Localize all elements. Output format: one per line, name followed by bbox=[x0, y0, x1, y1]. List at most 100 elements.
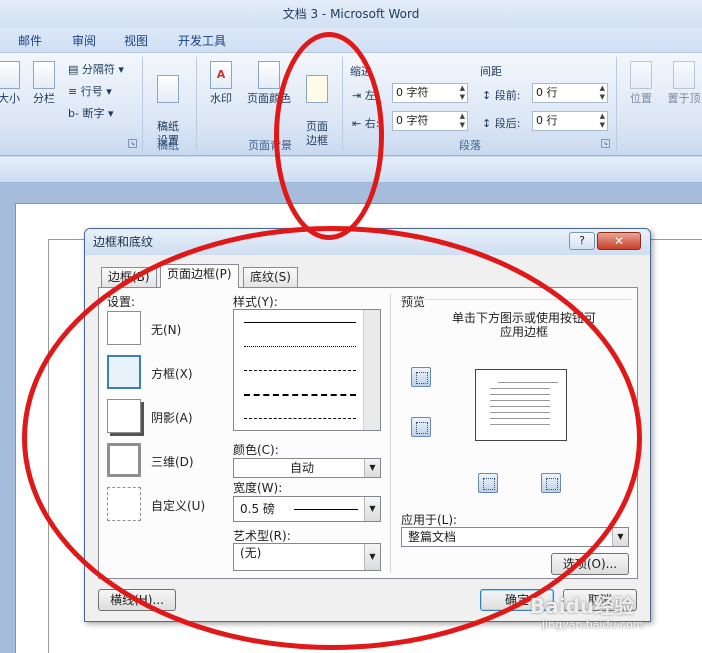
bottom-border-toggle-icon[interactable] bbox=[411, 417, 431, 437]
columns-button[interactable]: 分栏 bbox=[28, 61, 60, 106]
indent-label: 缩进 bbox=[350, 65, 372, 78]
apply-to-label: 应用于(L): bbox=[401, 513, 458, 527]
group-separator bbox=[196, 57, 197, 151]
watermark-url: jingyan.baidu.com bbox=[542, 618, 644, 631]
preview-label: 预览 bbox=[401, 295, 426, 309]
paragraph-launcher-icon[interactable]: ↘ bbox=[601, 139, 610, 148]
top-border-toggle-icon[interactable] bbox=[411, 367, 431, 387]
spacing-after-label: ↕ 段后: bbox=[482, 117, 521, 130]
bring-to-front-button[interactable]: 置于顶 bbox=[664, 61, 702, 106]
dialog-title-bar[interactable]: 边框和底纹 bbox=[85, 229, 650, 255]
indent-left-input[interactable]: 0 字符 ▲ ▼ bbox=[392, 83, 468, 103]
page-size-icon bbox=[0, 61, 20, 89]
spin-arrows-icon[interactable]: ▲ ▼ bbox=[460, 84, 465, 102]
page-color-button[interactable]: 页面颜色 bbox=[242, 61, 296, 106]
watermark-button[interactable]: A 水印 bbox=[202, 61, 240, 106]
spacing-before-input[interactable]: 0 行 ▲ ▼ bbox=[532, 83, 608, 103]
page-background-group-label: 页面背景 bbox=[248, 139, 292, 152]
borders-shading-dialog: 边框和底纹 ? ✕ 边框(B) 页面边框(P) 底纹(S) 设置: 无(N) 方… bbox=[84, 228, 651, 622]
border-custom-icon bbox=[107, 487, 141, 521]
spacing-label: 间距 bbox=[480, 65, 502, 78]
spin-arrows-icon[interactable]: ▲ ▼ bbox=[600, 112, 605, 130]
hyphenation-button[interactable]: b‑ 断字 ▾ bbox=[68, 105, 113, 121]
settings-label: 设置: bbox=[107, 295, 136, 309]
spin-arrows-icon[interactable]: ▲ ▼ bbox=[460, 112, 465, 130]
border-box-icon bbox=[107, 355, 141, 389]
group-separator bbox=[342, 57, 343, 151]
chevron-down-icon[interactable]: ▼ bbox=[364, 459, 380, 477]
indent-left-label: ⇥ 左: bbox=[352, 89, 380, 102]
position-button[interactable]: 位置 bbox=[624, 61, 658, 106]
preview-text-line bbox=[490, 418, 550, 419]
preview-hint: 单击下方图示或使用按钮可 应用边框 bbox=[451, 311, 596, 339]
columns-icon bbox=[33, 61, 55, 89]
close-icon[interactable]: ✕ bbox=[597, 232, 641, 250]
line-style-dashed[interactable] bbox=[244, 370, 356, 371]
preview-text-line bbox=[498, 382, 558, 383]
page-color-icon bbox=[258, 61, 280, 89]
preview-text-line bbox=[490, 394, 550, 395]
chevron-down-icon[interactable]: ▼ bbox=[612, 528, 628, 546]
hyphenation-icon: b‑ bbox=[68, 107, 79, 120]
draft-paper-group-label: 稿纸 bbox=[157, 139, 179, 152]
width-select[interactable]: 0.5 磅 ▼ bbox=[233, 496, 381, 522]
indent-right-label: ⇤ 右: bbox=[352, 117, 380, 130]
border-none-icon bbox=[107, 311, 141, 345]
columns-label: 分栏 bbox=[33, 92, 55, 105]
line-numbers-button[interactable]: ≡ 行号 ▾ bbox=[68, 83, 112, 99]
window-title: 文档 3 - Microsoft Word bbox=[282, 7, 420, 21]
art-select[interactable]: (无) ▼ bbox=[233, 543, 381, 571]
size-button[interactable]: 大小 bbox=[0, 61, 24, 106]
options-button[interactable]: 选项(O)... bbox=[551, 553, 629, 575]
breaks-icon: ▤ bbox=[68, 63, 79, 76]
tab-developer[interactable]: 开发工具 bbox=[178, 32, 226, 49]
chevron-down-icon[interactable]: ▼ bbox=[364, 544, 380, 570]
preview-text-line bbox=[490, 412, 550, 413]
line-style-long-dash[interactable] bbox=[244, 394, 356, 396]
spin-arrows-icon[interactable]: ▲ ▼ bbox=[600, 84, 605, 102]
line-style-dotted[interactable] bbox=[244, 346, 356, 347]
page-borders-button[interactable]: 页面 边框 bbox=[298, 61, 336, 148]
tab-review[interactable]: 审阅 bbox=[72, 32, 96, 49]
spacing-before-label: ↕ 段前: bbox=[482, 89, 521, 102]
line-style-list[interactable] bbox=[233, 309, 381, 431]
style-scrollbar[interactable] bbox=[363, 310, 380, 430]
tab-borders[interactable]: 边框(B) bbox=[101, 267, 157, 287]
left-border-toggle-icon[interactable] bbox=[478, 473, 498, 493]
preview-text-line bbox=[490, 400, 550, 401]
tab-page-border[interactable]: 页面边框(P) bbox=[160, 264, 239, 288]
border-3d-icon bbox=[107, 443, 141, 477]
window-title-bar: 文档 3 - Microsoft Word bbox=[0, 0, 702, 28]
line-style-dash-dot[interactable] bbox=[244, 418, 356, 419]
dialog-title: 边框和底纹 bbox=[93, 235, 154, 249]
ribbon: 大小 分栏 ▤ 分隔符 ▾ ≡ 行号 ▾ b‑ 断字 ▾ ↘ 稿纸 设置 稿纸 … bbox=[0, 52, 702, 156]
spacing-after-input[interactable]: 0 行 ▲ ▼ bbox=[532, 111, 608, 131]
breaks-button[interactable]: ▤ 分隔符 ▾ bbox=[68, 61, 124, 77]
paragraph-group-label: 段落 bbox=[459, 139, 481, 152]
art-label: 艺术型(R): bbox=[233, 529, 291, 543]
right-border-toggle-icon[interactable] bbox=[541, 473, 561, 493]
horizontal-line-button[interactable]: 横线(H)... bbox=[98, 589, 176, 611]
draft-paper-button[interactable]: 稿纸 设置 bbox=[148, 61, 188, 148]
color-label: 颜色(C): bbox=[233, 443, 279, 457]
preview-text-line bbox=[490, 424, 550, 425]
chevron-down-icon[interactable]: ▼ bbox=[364, 497, 380, 521]
help-icon[interactable]: ? bbox=[569, 232, 595, 250]
border-preview[interactable] bbox=[475, 369, 567, 441]
color-select[interactable]: 自动 ▼ bbox=[233, 458, 381, 478]
ruler bbox=[0, 157, 702, 183]
apply-to-select[interactable]: 整篇文档 ▼ bbox=[401, 527, 629, 547]
bring-to-front-icon bbox=[673, 61, 695, 89]
preview-text-line bbox=[490, 388, 550, 389]
tab-shading[interactable]: 底纹(S) bbox=[243, 267, 298, 287]
line-style-solid[interactable] bbox=[244, 322, 356, 323]
indent-right-input[interactable]: 0 字符 ▲ ▼ bbox=[392, 111, 468, 131]
tab-view[interactable]: 视图 bbox=[124, 32, 148, 49]
group-separator bbox=[142, 57, 143, 151]
page-setup-launcher-icon[interactable]: ↘ bbox=[128, 139, 137, 148]
size-label: 大小 bbox=[0, 92, 20, 105]
column-divider bbox=[390, 293, 391, 573]
line-numbers-icon: ≡ bbox=[68, 85, 78, 98]
indent-right-icon: ⇤ bbox=[352, 117, 362, 130]
tab-mailings[interactable]: 邮件 bbox=[18, 32, 42, 49]
